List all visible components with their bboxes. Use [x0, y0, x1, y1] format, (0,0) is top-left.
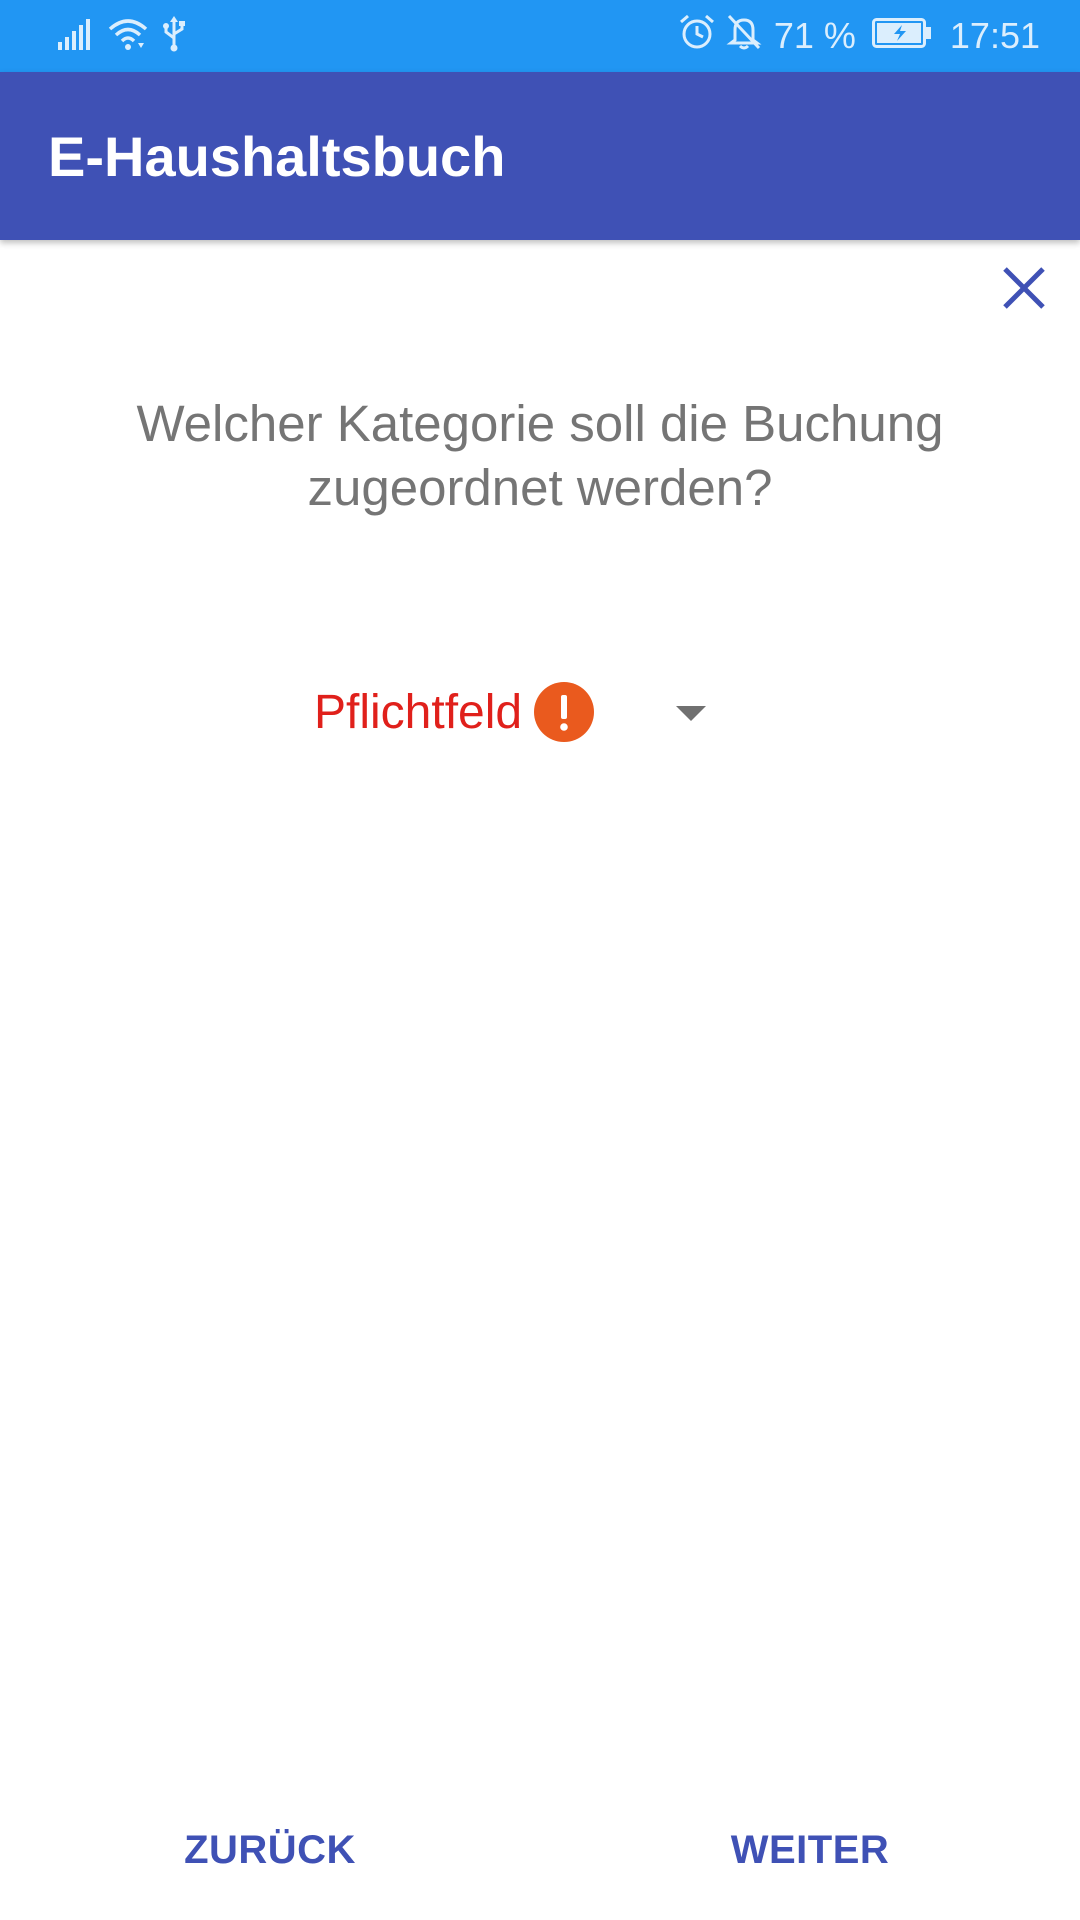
notifications-off-icon	[726, 13, 762, 60]
battery-charging-icon	[871, 15, 932, 57]
close-button[interactable]	[992, 258, 1056, 322]
back-button[interactable]: ZURÜCK	[150, 1810, 390, 1890]
arrow-drop-down-icon	[676, 706, 706, 721]
next-button[interactable]: WEITER	[690, 1810, 930, 1890]
clock: 17:51	[949, 15, 1040, 56]
category-spinner[interactable]: Pflichtfeld	[300, 670, 740, 754]
status-bar: 71 % 17:51	[0, 0, 1080, 72]
status-left-icons	[58, 15, 186, 57]
signal-icon	[58, 18, 94, 55]
app-title: E-Haushaltsbuch	[48, 125, 506, 188]
question-text: Welcher Kategorie soll die Buchung zugeo…	[136, 395, 944, 516]
error-icon	[534, 682, 595, 742]
close-icon	[1000, 264, 1048, 317]
wifi-icon	[108, 17, 148, 56]
required-field-label: Pflichtfeld	[314, 685, 523, 739]
app-bar: E-Haushaltsbuch	[0, 72, 1080, 240]
status-right-icons: 71 % 17:51	[678, 14, 1040, 58]
usb-icon	[162, 15, 186, 57]
battery-percent: 71 %	[773, 15, 856, 56]
screen: 71 % 17:51 E-Haushaltsbuch Welcher Kateg…	[0, 0, 1080, 1920]
alarm-icon	[678, 13, 716, 60]
